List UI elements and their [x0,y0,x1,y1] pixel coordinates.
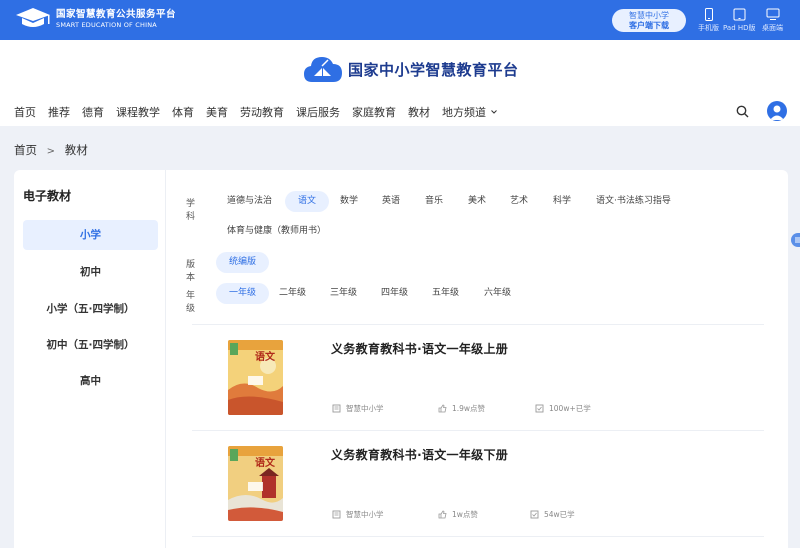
book-icon [332,510,341,519]
book-publisher-text: 智慧中小学 [346,510,384,519]
subject-option-chinese[interactable]: 语文 [285,191,330,212]
thumbs-up-icon [438,404,447,413]
book-title[interactable]: 义务教育教科书·语文一年级上册 [331,340,508,357]
nav-item-moral[interactable]: 德育 [82,104,104,120]
nav-item-family[interactable]: 家庭教育 [352,104,396,120]
book-cover-image[interactable]: 语文 [228,340,283,415]
subject-option-science[interactable]: 科学 [540,191,584,212]
book-publisher: 智慧中小学 [332,403,384,414]
desktop-icon [766,8,779,20]
subject-option-music[interactable]: 音乐 [412,191,456,212]
breadcrumb-separator: > [46,146,56,157]
sidebar-item-primary[interactable]: 小学 [23,220,158,250]
sidebar-item-primary-54[interactable]: 小学（五·四学制） [23,294,158,324]
device-desktop-label: 桌面端 [762,24,783,32]
subject-option-fine-arts[interactable]: 美术 [455,191,499,212]
subject-option-morality[interactable]: 道德与法治 [214,191,285,212]
book-likes: 1.9w点赞 [438,403,485,414]
subject-option-pe-teacher[interactable]: 体育与健康（教师用书） [214,221,339,242]
book-likes-text: 1w点赞 [452,510,478,519]
brand-english-name: SMART EDUCATION OF CHINA [56,21,157,29]
book-cover-text: 语文 [255,352,275,363]
nav-item-courses[interactable]: 课程教学 [116,104,160,120]
learners-icon [535,404,544,413]
sidebar-item-junior-54[interactable]: 初中（五·四学制） [23,330,158,360]
user-icon [770,105,784,120]
book-icon [332,404,341,413]
device-phone-link[interactable]: 手机版 [698,8,719,33]
user-avatar[interactable] [767,101,787,121]
floating-side-tab[interactable] [791,233,800,247]
book-learners: 100w+已学 [535,403,591,414]
grade-option-5[interactable]: 五年级 [419,283,472,304]
edition-filter-label: 版本 [186,260,196,283]
search-icon[interactable] [736,105,749,118]
book-title[interactable]: 义务教育教科书·语文一年级下册 [331,446,508,463]
nav-item-sports[interactable]: 体育 [172,104,194,120]
breadcrumb: 首页 > 教材 [14,142,88,158]
nav-item-local-label: 地方频道 [442,106,486,119]
chevron-down-icon [491,110,497,114]
menu-icon [795,237,800,243]
platform-logo-icon [16,8,50,27]
learners-icon [530,510,539,519]
brand-chinese-name: 国家智慧教育公共服务平台 [56,8,177,20]
textbook-main-panel: 学科 道德与法治 语文 数学 英语 音乐 美术 艺术 科学 语文·书法练习指导 … [166,170,788,548]
book-learners-text: 100w+已学 [549,404,591,413]
thumbs-up-icon [438,510,447,519]
subject-option-calligraphy[interactable]: 语文·书法练习指导 [583,191,684,212]
nav-item-home[interactable]: 首页 [14,104,36,120]
top-bar: 国家智慧教育公共服务平台 SMART EDUCATION OF CHINA 智慧… [0,0,800,40]
grade-option-4[interactable]: 四年级 [368,283,421,304]
client-download-button[interactable]: 智慧中小学 客户端下载 [612,9,686,32]
book-learners: 54w已学 [530,509,575,520]
sidebar-item-junior[interactable]: 初中 [23,257,158,287]
tablet-icon [733,8,746,21]
grade-filter-label: 年级 [186,291,196,314]
phone-icon [704,8,713,21]
nav-item-textbooks[interactable]: 教材 [408,104,430,120]
textbook-sidebar: 电子教材 小学 初中 小学（五·四学制） 初中（五·四学制） 高中 [14,170,166,548]
client-button-line2: 客户端下载 [629,21,669,30]
site-logo[interactable]: 国家中小学智慧教育平台 [302,54,519,84]
nav-item-after-school[interactable]: 课后服务 [296,104,340,120]
site-header: 国家中小学智慧教育平台 首页 推荐 德育 课程教学 体育 美育 劳动教育 课后服… [0,40,800,126]
nav-item-labor[interactable]: 劳动教育 [240,104,284,120]
breadcrumb-current: 教材 [64,143,88,157]
grade-option-1[interactable]: 一年级 [216,283,270,304]
book-card[interactable]: 语文 义务教育教科书·语文一年级下册 智慧中小学 1w点赞 54w已学 [192,431,764,536]
nav-item-arts[interactable]: 美育 [206,104,228,120]
book-publisher-text: 智慧中小学 [346,404,384,413]
subject-option-english[interactable]: 英语 [369,191,413,212]
device-phone-label: 手机版 [698,24,719,32]
book-likes: 1w点赞 [438,509,478,520]
device-desktop-link[interactable]: 桌面端 [762,8,783,33]
grade-option-2[interactable]: 二年级 [266,283,319,304]
cloud-book-logo-icon [304,57,342,82]
platform-brand[interactable]: 国家智慧教育公共服务平台 SMART EDUCATION OF CHINA [14,6,176,32]
book-learners-text: 54w已学 [544,510,575,519]
nav-item-recommend[interactable]: 推荐 [48,104,70,120]
book-card[interactable]: 语文 义务教育教科书·语文一年级上册 智慧中小学 1.9w点赞 100w+已学 [192,325,764,430]
book-likes-text: 1.9w点赞 [452,404,486,413]
site-title: 国家中小学智慧教育平台 [348,60,519,79]
sidebar-title: 电子教材 [23,189,72,203]
list-divider [192,536,764,537]
book-publisher: 智慧中小学 [332,509,384,520]
book-cover-image[interactable]: 语文 [228,446,283,521]
sidebar-item-senior[interactable]: 高中 [23,366,158,396]
device-pad-link[interactable]: Pad HD版 [723,8,756,33]
main-nav: 首页 推荐 德育 课程教学 体育 美育 劳动教育 课后服务 家庭教育 教材 地方… [14,104,510,120]
edition-option-unified[interactable]: 统编版 [216,252,270,273]
breadcrumb-home[interactable]: 首页 [14,143,37,157]
subject-filter-label: 学科 [186,199,196,222]
nav-item-local[interactable]: 地方频道 [442,104,498,120]
subject-option-art[interactable]: 艺术 [497,191,541,212]
client-button-line1: 智慧中小学 [629,11,669,20]
grade-option-6[interactable]: 六年级 [471,283,524,304]
subject-option-math[interactable]: 数学 [327,191,371,212]
grade-option-3[interactable]: 三年级 [317,283,370,304]
device-pad-label: Pad HD版 [723,24,756,32]
book-cover-text: 语文 [255,458,275,469]
